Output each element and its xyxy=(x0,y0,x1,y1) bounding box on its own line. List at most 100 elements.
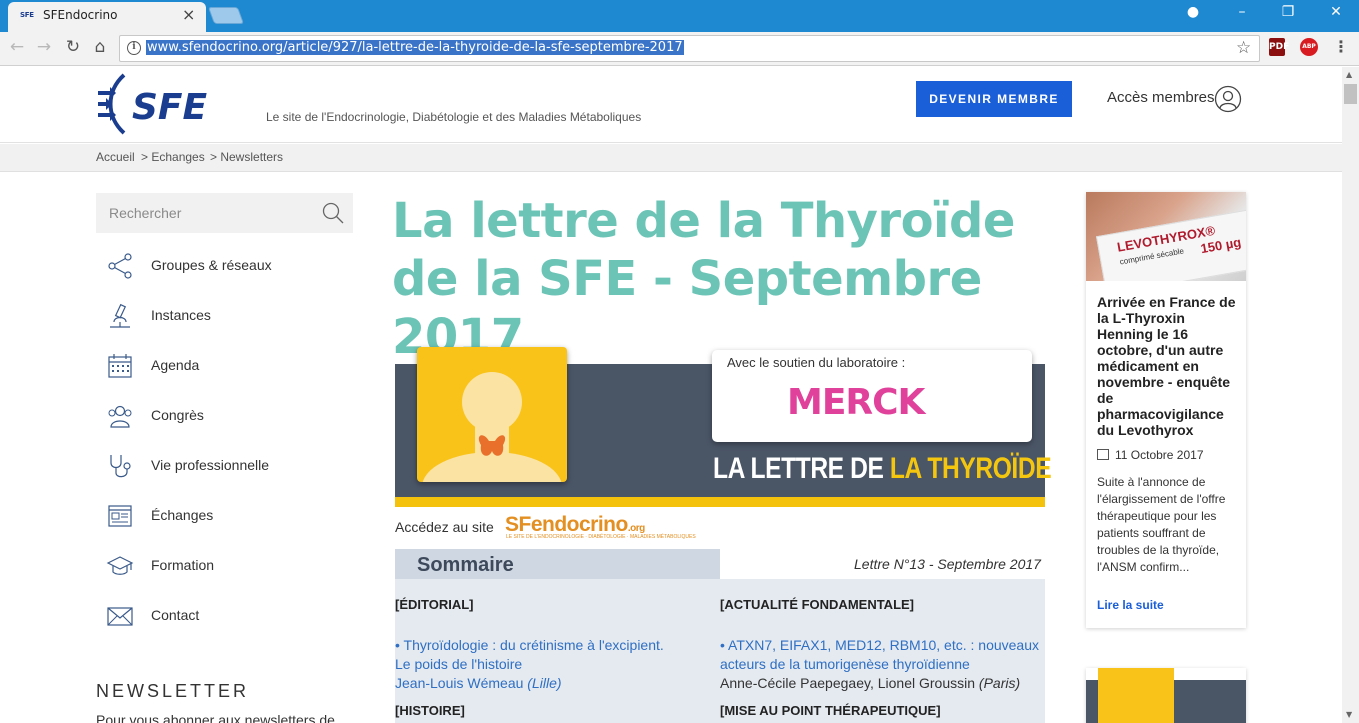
sfendocrino-logo-suffix: .org xyxy=(627,523,645,534)
browser-tab[interactable]: SFE SFEndocrino × xyxy=(8,2,206,32)
pill-box-illustration: LEVOTHYROX® comprimé sécable 150 µg xyxy=(1096,208,1246,281)
user-icon[interactable] xyxy=(1214,85,1242,113)
news-card-date: 11 Octobre 2017 xyxy=(1097,448,1204,462)
sfendocrino-logo-text: SFendocrino xyxy=(505,513,628,536)
sidebar-item-label: Échanges xyxy=(151,507,214,523)
banner-caption-b: LA THYROÏDE xyxy=(889,452,1052,485)
sommaire-tab: Sommaire xyxy=(395,549,720,579)
url-text[interactable]: www.sfendocrino.org/article/927/la-lettr… xyxy=(146,40,684,55)
calendar-icon xyxy=(108,354,132,378)
page-scrollbar[interactable]: ▲ ▼ xyxy=(1342,67,1359,723)
search-input[interactable] xyxy=(96,193,316,233)
sidebar-item-label: Vie professionnelle xyxy=(151,457,270,473)
sidebar-item-label: Congrès xyxy=(151,407,204,423)
merck-logo: MERCK xyxy=(787,382,925,423)
section-head-actualite: [ACTUALITÉ FONDAMENTALE] xyxy=(720,597,915,612)
section-head-histoire: [HISTOIRE] xyxy=(395,703,465,718)
sidebar-item-congres[interactable]: Congrès xyxy=(106,399,356,433)
minimize-icon[interactable]: – xyxy=(1231,4,1253,20)
stethoscope-icon xyxy=(110,455,131,478)
sidebar-item-instances[interactable]: Instances xyxy=(106,299,356,333)
back-icon[interactable]: ← xyxy=(6,37,28,57)
sidebar-item-label: Contact xyxy=(151,607,200,623)
news-card-2[interactable] xyxy=(1086,668,1246,723)
read-more-link[interactable]: Lire la suite xyxy=(1097,598,1164,612)
page-viewport: SFE Le site de l'Endocrinologie, Diabéto… xyxy=(0,67,1342,723)
sommaire-section: Sommaire Lettre N°13 - Septembre 2017 [É… xyxy=(395,549,1045,723)
actualite-author-city: (Paris) xyxy=(978,675,1021,691)
sidebar-item-vie-professionnelle[interactable]: Vie professionnelle xyxy=(106,449,356,483)
editorial-author-name: Jean-Louis Wémeau xyxy=(395,675,528,691)
news-card-date-text: 11 Octobre 2017 xyxy=(1115,448,1204,462)
actualite-author-names: Anne-Cécile Paepegaey, Lionel Groussin xyxy=(720,675,979,691)
breadcrumb-home[interactable]: Accueil xyxy=(96,150,135,164)
site-info-icon[interactable]: i xyxy=(127,41,141,55)
actualite-link-line-1[interactable]: • ATXN7, EIFAX1, MED12, RBM10, etc. : no… xyxy=(720,636,1039,655)
access-site-label: Accédez au site xyxy=(395,519,494,535)
breadcrumb: Accueil > Echanges > Newsletters xyxy=(0,144,1342,172)
breadcrumb-newsletters[interactable]: > Newsletters xyxy=(210,150,283,164)
sidebar-item-agenda[interactable]: Agenda xyxy=(106,349,356,383)
thyroid-illustration xyxy=(417,347,567,482)
editorial-link-line-1[interactable]: • Thyroïdologie : du crétinisme à l'exci… xyxy=(395,636,664,655)
sidebar-item-label: Groupes & réseaux xyxy=(151,257,272,273)
scroll-down-icon[interactable]: ▼ xyxy=(1346,710,1352,719)
search-icon[interactable] xyxy=(321,201,345,225)
news-card-title[interactable]: Arrivée en France de la L-Thyroxin Henni… xyxy=(1097,294,1239,438)
section-head-mise-au-point: [MISE AU POINT THÉRAPEUTIQUE] xyxy=(720,703,941,718)
site-tagline: Le site de l'Endocrinologie, Diabétologi… xyxy=(266,110,642,124)
levothyrox-image: LEVOTHYROX® comprimé sécable 150 µg xyxy=(1086,192,1246,281)
editorial-author[interactable]: Jean-Louis Wémeau (Lille) xyxy=(395,675,562,691)
reload-icon[interactable]: ↻ xyxy=(62,37,84,57)
home-icon[interactable]: ⌂ xyxy=(89,37,111,57)
profile-icon[interactable]: ● xyxy=(1182,4,1204,20)
new-tab-button[interactable] xyxy=(207,7,245,24)
members-access-link[interactable]: Accès membres xyxy=(1107,89,1215,106)
sidebar-item-groupes[interactable]: Groupes & réseaux xyxy=(106,249,356,283)
editorial-author-city: (Lille) xyxy=(527,675,562,691)
browser-menu-icon[interactable]: ⋮ xyxy=(1333,37,1349,56)
sidebar-item-label: Instances xyxy=(151,307,211,323)
scroll-up-icon[interactable]: ▲ xyxy=(1346,70,1352,79)
sidebar-item-formation[interactable]: Formation xyxy=(106,549,356,583)
sidebar-item-echanges[interactable]: Échanges xyxy=(106,499,356,533)
banner-caption: LA LETTRE DE LA THYROÏDE xyxy=(713,452,1052,486)
maximize-icon[interactable]: ❐ xyxy=(1277,4,1299,20)
sponsor-text: Avec le soutien du laboratoire : xyxy=(727,355,906,370)
news-card-excerpt: Suite à l'annonce de l'élargissement de … xyxy=(1097,475,1226,574)
banner-stripe xyxy=(395,497,1045,507)
sfe-logo[interactable]: SFE xyxy=(96,73,241,135)
browser-tab-strip: SFE SFEndocrino × ● – ❐ ✕ xyxy=(0,0,1359,32)
sfendocrino-subtitle: LE SITE DE L'ENDOCRINOLOGIE · DIABÉTOLOG… xyxy=(506,534,696,540)
breadcrumb-echanges[interactable]: > Echanges xyxy=(141,150,205,164)
editorial-link-line-2[interactable]: Le poids de l'histoire xyxy=(395,655,522,674)
close-window-icon[interactable]: ✕ xyxy=(1325,4,1347,20)
sidebar-item-label: Agenda xyxy=(151,357,200,373)
adblock-extension-icon[interactable]: ABP xyxy=(1300,38,1318,56)
scroll-thumb[interactable] xyxy=(1344,84,1357,104)
sponsor-box: Avec le soutien du laboratoire : MERCK xyxy=(712,350,1032,442)
envelope-icon xyxy=(107,607,133,626)
people-icon xyxy=(108,405,132,428)
graduation-cap-icon xyxy=(106,556,134,575)
svg-text:SFE: SFE xyxy=(132,87,208,128)
news-card-2-thyroid xyxy=(1098,668,1174,723)
pdf-extension-icon[interactable]: PDF xyxy=(1269,38,1289,56)
actualite-authors: Anne-Cécile Paepegaey, Lionel Groussin (… xyxy=(720,675,1020,691)
become-member-button[interactable]: DEVENIR MEMBRE xyxy=(916,81,1072,117)
close-tab-icon[interactable]: × xyxy=(182,5,195,24)
tab-title: SFEndocrino xyxy=(43,8,118,22)
sidebar-item-label: Formation xyxy=(151,557,215,573)
address-bar[interactable]: i www.sfendocrino.org/article/927/la-let… xyxy=(119,35,1260,62)
newsletter-text: Pour vous abonner aux newsletters de xyxy=(96,712,335,723)
page-title: La lettre de la Thyroïde de la SFE - Sep… xyxy=(392,193,1015,365)
search-box xyxy=(96,193,353,233)
browser-toolbar: ← → ↻ ⌂ i www.sfendocrino.org/article/92… xyxy=(0,32,1359,66)
letter-number: Lettre N°13 - Septembre 2017 xyxy=(854,556,1041,572)
microscope-icon xyxy=(110,303,130,328)
forward-icon[interactable]: → xyxy=(33,37,55,57)
bookmark-star-icon[interactable]: ☆ xyxy=(1236,38,1251,58)
sidebar-item-contact[interactable]: Contact xyxy=(106,599,356,633)
news-card[interactable]: LEVOTHYROX® comprimé sécable 150 µg Arri… xyxy=(1086,192,1246,628)
actualite-link-line-2[interactable]: acteurs de la tumorigenèse thyroïdienne xyxy=(720,655,970,674)
